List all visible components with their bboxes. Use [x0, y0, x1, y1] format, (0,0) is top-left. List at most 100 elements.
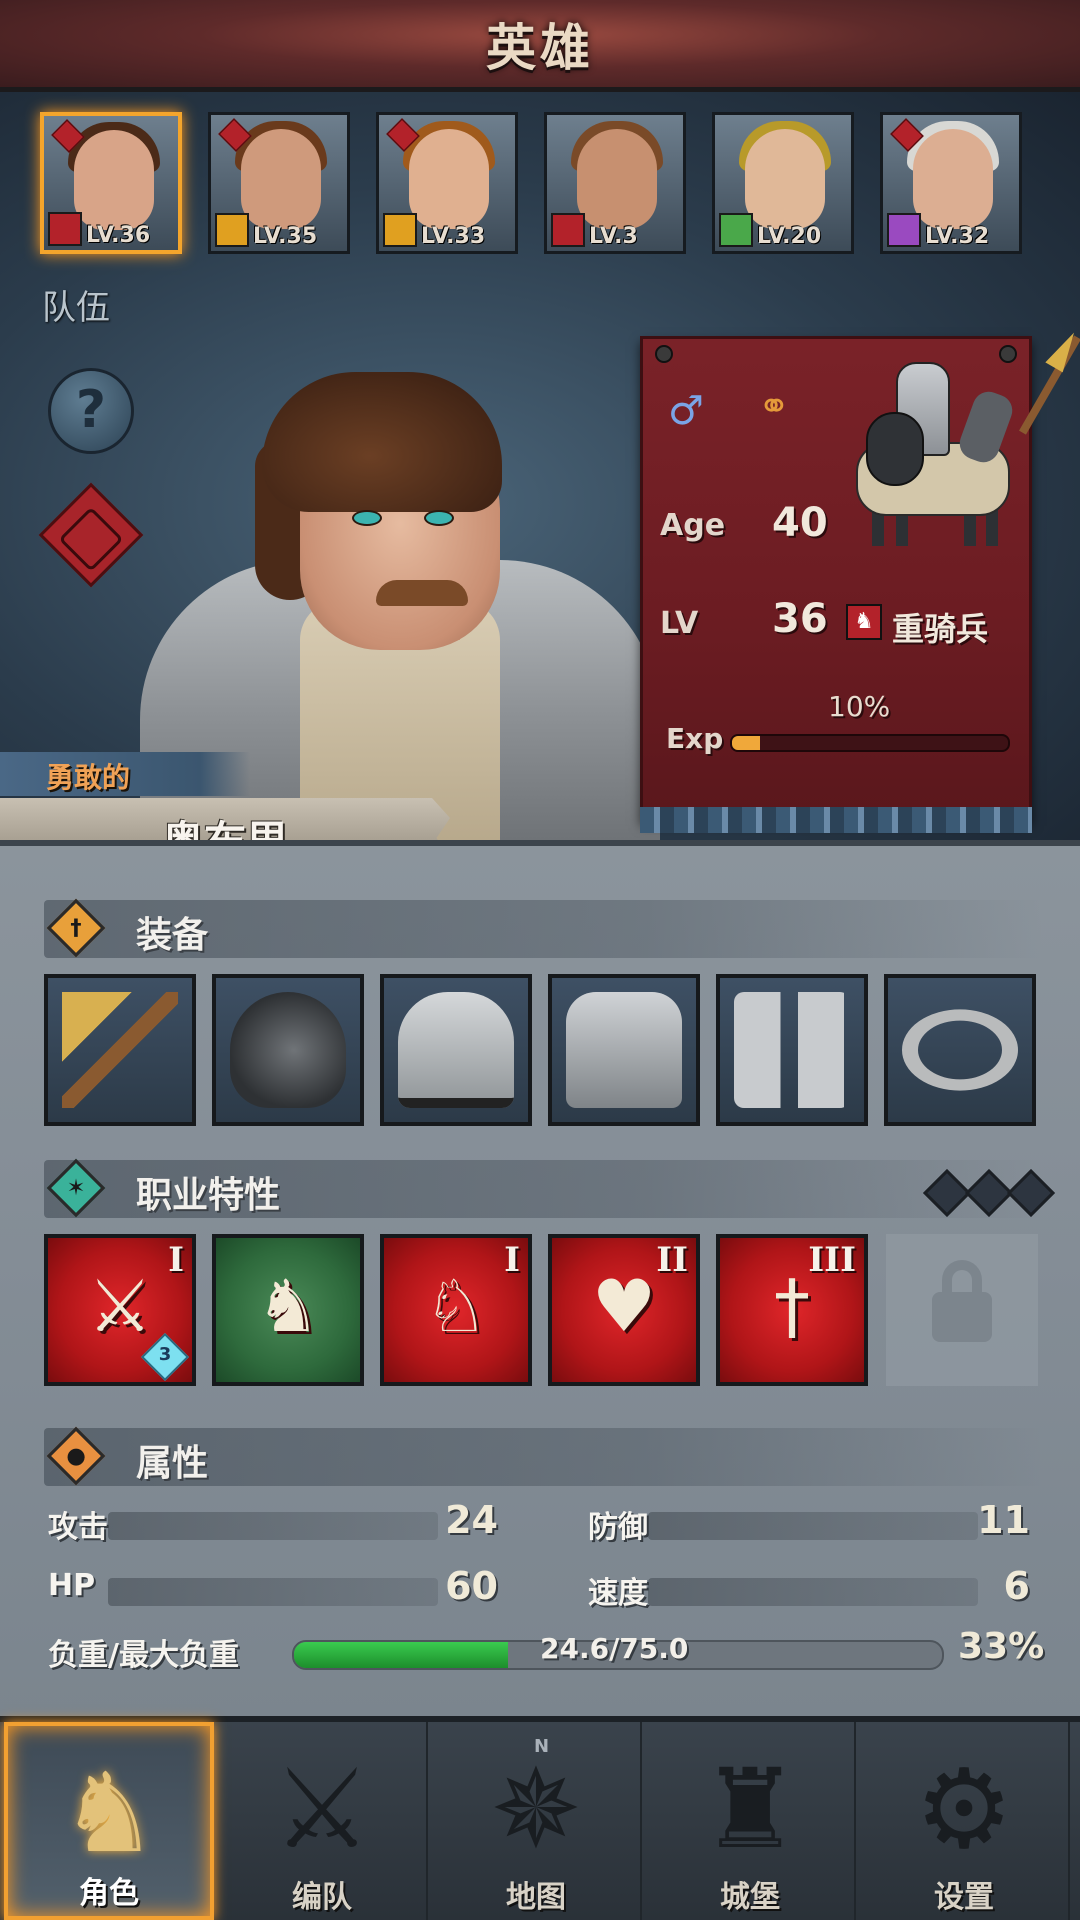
- hero-eye-right: [424, 510, 454, 526]
- hero-face: [241, 129, 321, 229]
- hero-portrait-slot[interactable]: LV.33: [376, 112, 518, 254]
- equipment-title: 装备: [136, 915, 209, 956]
- attack-label: 攻击: [48, 1510, 108, 1545]
- carry-weight-label: 负重/最大负重: [48, 1638, 239, 1673]
- trait-rank: III: [808, 1240, 856, 1280]
- hero-level: LV.35: [253, 224, 318, 249]
- attack-row: 攻击 24: [48, 1498, 498, 1545]
- attributes-section-header: ● 属性: [44, 1426, 1044, 1486]
- equipment-slot[interactable]: [884, 974, 1036, 1126]
- dagger-icon: †: [46, 898, 106, 958]
- gem-badge-count: 3: [158, 1344, 172, 1365]
- help-button[interactable]: ?: [48, 368, 134, 454]
- staff-icon: [887, 213, 921, 247]
- hero-portrait-slot[interactable]: LV.3: [544, 112, 686, 254]
- helmet-icon: [398, 992, 514, 1108]
- equipment-slot[interactable]: [44, 974, 196, 1126]
- carry-weight-value: 24.6/75.0: [540, 1632, 689, 1665]
- hero-face: [577, 129, 657, 229]
- nav-tab-knight[interactable]: ♞ 角色: [4, 1722, 214, 1920]
- nav-label: 编队: [292, 1880, 352, 1915]
- exp-percent: 10%: [828, 690, 891, 723]
- hp-label: HP: [48, 1568, 96, 1603]
- trait-rank: I: [504, 1240, 520, 1280]
- heavy-cavalry-class-icon: ♞: [846, 604, 882, 640]
- hero-level: LV.32: [925, 224, 990, 249]
- armor-icon: [566, 992, 682, 1108]
- hero-level: LV.20: [757, 224, 822, 249]
- equipment-slot[interactable]: [212, 974, 364, 1126]
- horse-icon: [48, 212, 82, 246]
- nav-tab-formation[interactable]: ⚔ 编队: [218, 1722, 428, 1920]
- traits-section-header: ✶ 职业特性: [44, 1158, 1044, 1218]
- trait-slot[interactable]: ♘ I: [380, 1234, 532, 1386]
- wedding-rings-icon: ⚭: [758, 384, 790, 428]
- formation-icon: ⚔: [272, 1745, 372, 1873]
- class-name: 重骑兵: [892, 610, 989, 648]
- hero-face: [74, 130, 154, 230]
- nav-label: 城堡: [720, 1880, 780, 1915]
- trait-slot[interactable]: ♞: [212, 1234, 364, 1386]
- bow-icon: [719, 213, 753, 247]
- male-icon: ♂: [668, 388, 704, 434]
- person-icon: ●: [46, 1426, 106, 1486]
- defense-label: 防御: [588, 1510, 648, 1545]
- ring-icon: [902, 1009, 1018, 1091]
- carry-weight-fill: [294, 1642, 508, 1668]
- nav-tab-gear[interactable]: ⚙ 设置: [860, 1722, 1070, 1920]
- nav-tab-castle[interactable]: ♜ 城堡: [646, 1722, 856, 1920]
- exp-label: Exp: [666, 722, 724, 755]
- locked-trait-slot[interactable]: [886, 1234, 1038, 1386]
- lock-icon-body: [932, 1292, 992, 1342]
- card-torn-edge: [640, 807, 1032, 833]
- title-bar: 英雄: [0, 0, 1080, 92]
- charging-horse-icon: ♞: [255, 1264, 321, 1348]
- hp-value: 60: [445, 1564, 498, 1608]
- hero-face: [745, 129, 825, 229]
- hero-portrait-slot[interactable]: LV.35: [208, 112, 350, 254]
- exp-bar: [730, 734, 1010, 752]
- defense-row: 防御 11: [588, 1498, 1030, 1545]
- trait-slot[interactable]: ⚔ I 3: [44, 1234, 196, 1386]
- hero-portrait-slot[interactable]: LV.32: [880, 112, 1022, 254]
- nav-label: 角色: [79, 1876, 139, 1911]
- attributes-title: 属性: [136, 1443, 209, 1484]
- hero-trait-title: 勇敢的: [46, 761, 131, 794]
- shield-icon: [230, 992, 346, 1108]
- nav-label: 设置: [934, 1880, 994, 1915]
- page-title: 英雄: [486, 19, 594, 77]
- hero-level: LV.3: [589, 224, 638, 249]
- hero-portrait-slot[interactable]: LV.36: [40, 112, 182, 254]
- trait-point-diamond-icon: [922, 1168, 972, 1218]
- shield-icon: [215, 213, 249, 247]
- hero-face: [913, 129, 993, 229]
- boots-icon: [734, 992, 850, 1108]
- equipment-slot[interactable]: [380, 974, 532, 1126]
- hero-face: [409, 129, 489, 229]
- hero-portrait-slot[interactable]: LV.20: [712, 112, 854, 254]
- heavy-cavalry-figure: [836, 352, 1017, 552]
- exp-bar-fill: [732, 736, 760, 750]
- hp-row: HP 60: [48, 1564, 498, 1608]
- traits-title: 职业特性: [136, 1175, 281, 1216]
- age-label: Age: [660, 508, 726, 543]
- trait-rank: I: [168, 1240, 184, 1280]
- equipment-slot[interactable]: [716, 974, 868, 1126]
- carry-weight-percent: 33%: [958, 1626, 1045, 1667]
- speed-label: 速度: [588, 1576, 648, 1611]
- trait-slot[interactable]: † III: [716, 1234, 868, 1386]
- hero-hair: [262, 372, 502, 512]
- trait-slot[interactable]: ♥ II: [548, 1234, 700, 1386]
- compass-north-label: N: [534, 1736, 550, 1757]
- nav-label: 地图: [506, 1880, 566, 1915]
- hero-level: LV.33: [421, 224, 486, 249]
- hero-roster: LV.36 LV.35 LV.33 LV.3 LV.20 LV.32: [40, 112, 1040, 258]
- equipment-slot[interactable]: [548, 974, 700, 1126]
- speed-row: 速度 6: [588, 1564, 1030, 1611]
- age-value: 40: [772, 500, 828, 546]
- hero-eye-left: [352, 510, 382, 526]
- trait-points: [922, 1168, 1056, 1218]
- speed-value: 6: [1003, 1564, 1030, 1608]
- attack-value: 24: [445, 1498, 498, 1542]
- horse-icon: [551, 213, 585, 247]
